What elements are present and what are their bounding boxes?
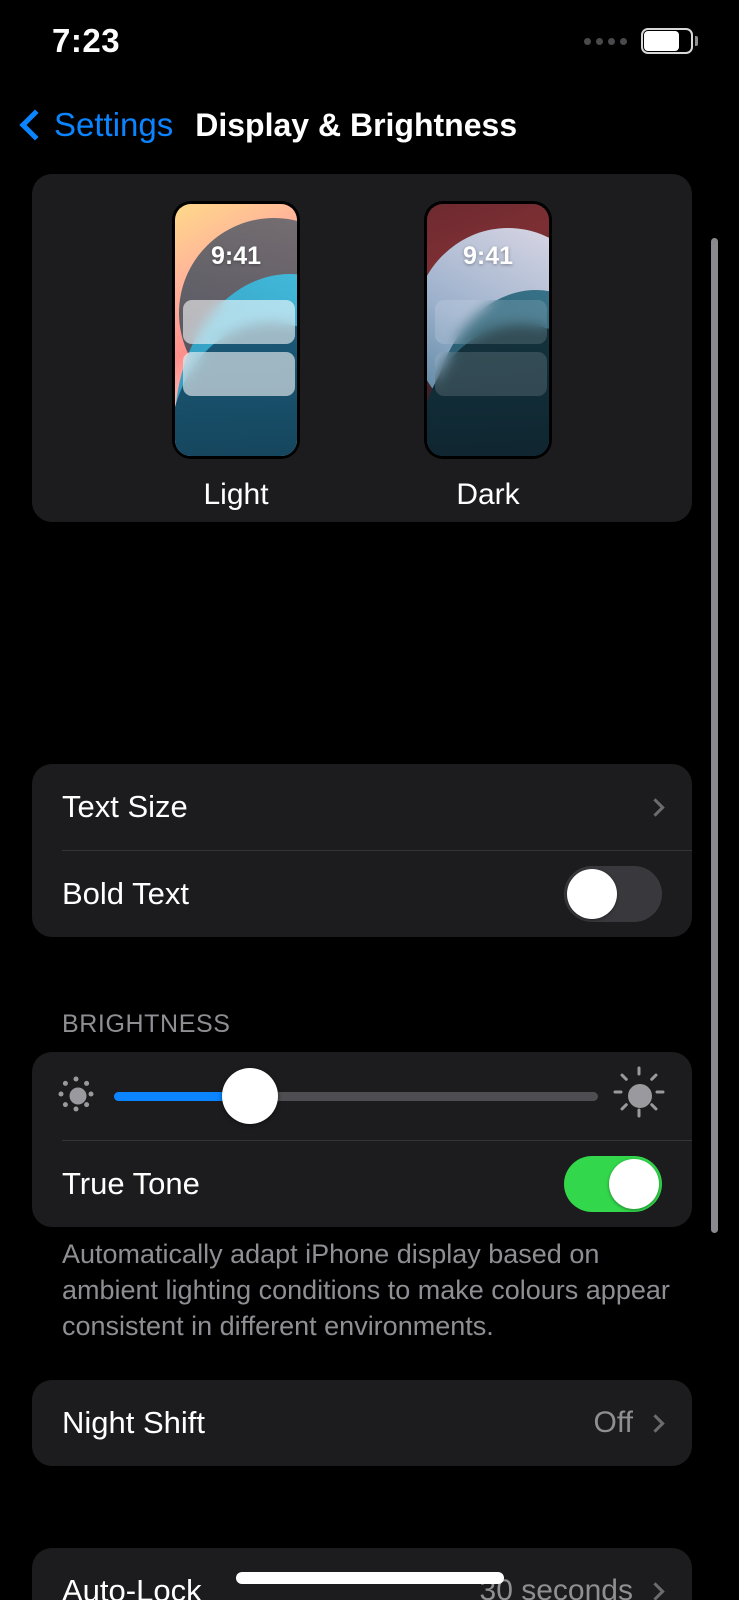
appearance-card: 9:41 Light 9:41 Dark <box>32 174 692 522</box>
brightness-section-header: BRIGHTNESS <box>62 1010 231 1038</box>
light-mode-label: Light <box>203 478 269 511</box>
text-size-label: Text Size <box>62 789 188 824</box>
night-shift-value: Off <box>593 1406 633 1439</box>
dark-preview-time: 9:41 <box>462 242 514 270</box>
back-button[interactable]: Settings <box>16 106 173 144</box>
night-shift-card: Night Shift Off <box>32 1380 692 1466</box>
auto-lock-label: Auto-Lock <box>62 1573 202 1600</box>
dark-mode-label: Dark <box>456 478 520 511</box>
page-title: Display & Brightness <box>195 106 518 143</box>
night-shift-row[interactable]: Night Shift Off <box>32 1380 692 1466</box>
battery-icon <box>641 28 698 54</box>
bold-text-toggle[interactable] <box>564 866 662 922</box>
sun-small-icon <box>56 1074 100 1118</box>
text-card: Text Size Bold Text <box>32 764 692 937</box>
brightness-slider[interactable] <box>114 1068 598 1124</box>
signal-dots-icon <box>584 37 627 45</box>
home-indicator[interactable] <box>235 1572 504 1584</box>
status-bar: 7:23 <box>0 0 739 82</box>
navigation-bar: Settings Display & Brightness <box>0 82 739 168</box>
true-tone-footnote: Automatically adapt iPhone display based… <box>62 1239 670 1342</box>
status-bar-indicators <box>584 28 698 54</box>
brightness-slider-thumb[interactable] <box>221 1068 278 1124</box>
true-tone-label: True Tone <box>62 1166 200 1201</box>
iphone-settings-screen: 7:23 Settings Display & Brightness 9:41 … <box>0 0 739 1600</box>
back-button-label: Settings <box>54 106 174 143</box>
sun-large-icon <box>612 1066 668 1124</box>
night-shift-label: Night Shift <box>62 1405 206 1440</box>
bold-text-label: Bold Text <box>62 876 189 911</box>
chevron-left-icon <box>19 109 51 141</box>
dark-wallpaper-preview: 9:41 <box>427 204 549 456</box>
chevron-right-icon <box>646 797 665 817</box>
appearance-option-dark[interactable]: 9:41 Dark <box>427 204 549 522</box>
bold-text-row[interactable]: Bold Text <box>32 851 692 937</box>
text-size-row[interactable]: Text Size <box>32 764 692 850</box>
true-tone-row[interactable]: True Tone <box>32 1141 692 1227</box>
chevron-right-icon <box>646 1581 665 1600</box>
light-wallpaper-preview: 9:41 <box>175 204 297 456</box>
light-preview-time: 9:41 <box>210 242 262 270</box>
appearance-options: 9:41 Light 9:41 Dark <box>32 174 692 522</box>
chevron-right-icon <box>646 1413 665 1433</box>
brightness-slider-row[interactable] <box>32 1052 692 1140</box>
appearance-option-light[interactable]: 9:41 Light <box>175 204 297 522</box>
settings-scroll-content: 9:41 Light 9:41 Dark Text Size Bold Text… <box>0 168 739 1600</box>
true-tone-toggle[interactable] <box>564 1156 662 1212</box>
brightness-card: True Tone <box>32 1052 692 1227</box>
vertical-scrollbar[interactable] <box>711 238 718 1233</box>
status-bar-time: 7:23 <box>52 22 121 59</box>
